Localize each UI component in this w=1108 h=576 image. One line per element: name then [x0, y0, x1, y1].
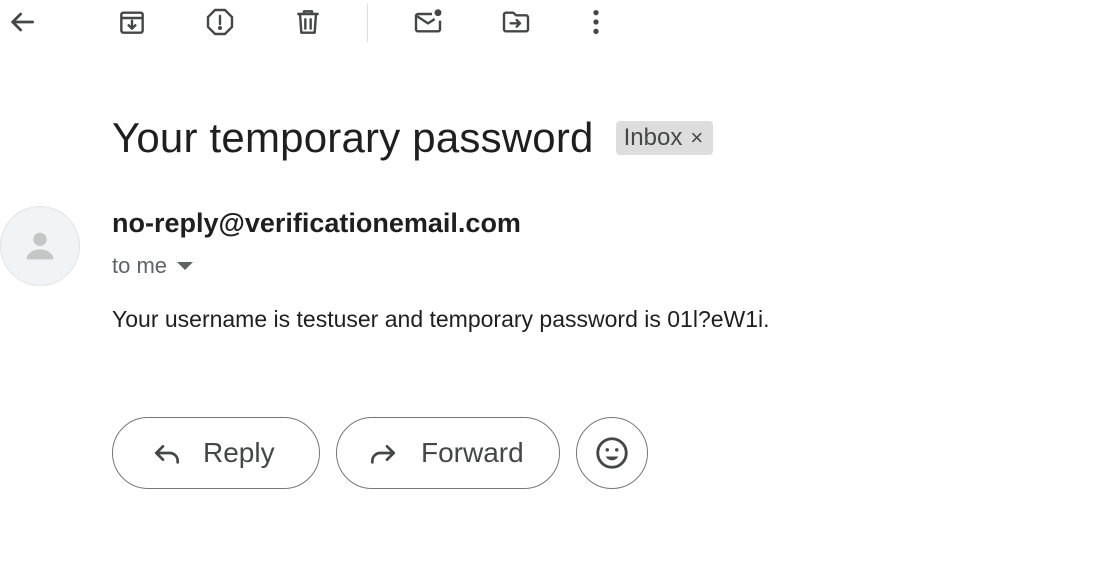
remove-label-button[interactable]: × — [690, 127, 703, 149]
mark-unread-button[interactable] — [406, 0, 450, 44]
back-arrow-icon — [11, 12, 34, 32]
subject-row: Your temporary password Inbox × — [112, 112, 714, 164]
move-to-button[interactable] — [494, 0, 538, 44]
reply-button[interactable]: Reply — [112, 417, 320, 489]
report-spam-button[interactable] — [198, 0, 242, 44]
label-text: Inbox — [623, 124, 683, 151]
more-vert-icon — [593, 10, 599, 34]
forward-label: Forward — [421, 437, 524, 468]
trash-icon — [297, 10, 319, 34]
avatar[interactable] — [0, 206, 80, 286]
move-to-folder-icon — [502, 11, 530, 33]
emoji-icon — [596, 437, 628, 469]
inbox-label-chip: Inbox × — [615, 121, 714, 155]
report-spam-icon — [206, 8, 234, 36]
forward-button[interactable]: Forward — [336, 417, 560, 489]
archive-button[interactable] — [110, 0, 154, 44]
delete-button[interactable] — [286, 0, 330, 44]
email-subject: Your temporary password — [112, 114, 594, 161]
email-view: Your temporary password Inbox × no-reply… — [0, 0, 1108, 576]
forward-icon — [371, 445, 395, 464]
reply-icon — [155, 445, 179, 464]
back-button[interactable] — [0, 0, 44, 44]
caret-down-icon — [177, 262, 194, 270]
recipient-details-toggle[interactable]: to me — [112, 252, 194, 280]
email-body: Your username is testuser and temporary … — [112, 306, 770, 332]
emoji-reaction-button[interactable] — [576, 417, 648, 489]
reply-label: Reply — [203, 437, 275, 468]
recipient-text: to me — [112, 253, 168, 278]
person-icon — [26, 232, 54, 260]
toolbar-divider — [367, 4, 368, 42]
more-button[interactable] — [574, 0, 618, 44]
sender-address[interactable]: no-reply@verificationemail.com — [112, 208, 521, 239]
archive-icon — [120, 11, 144, 34]
mark-unread-icon — [414, 9, 442, 33]
